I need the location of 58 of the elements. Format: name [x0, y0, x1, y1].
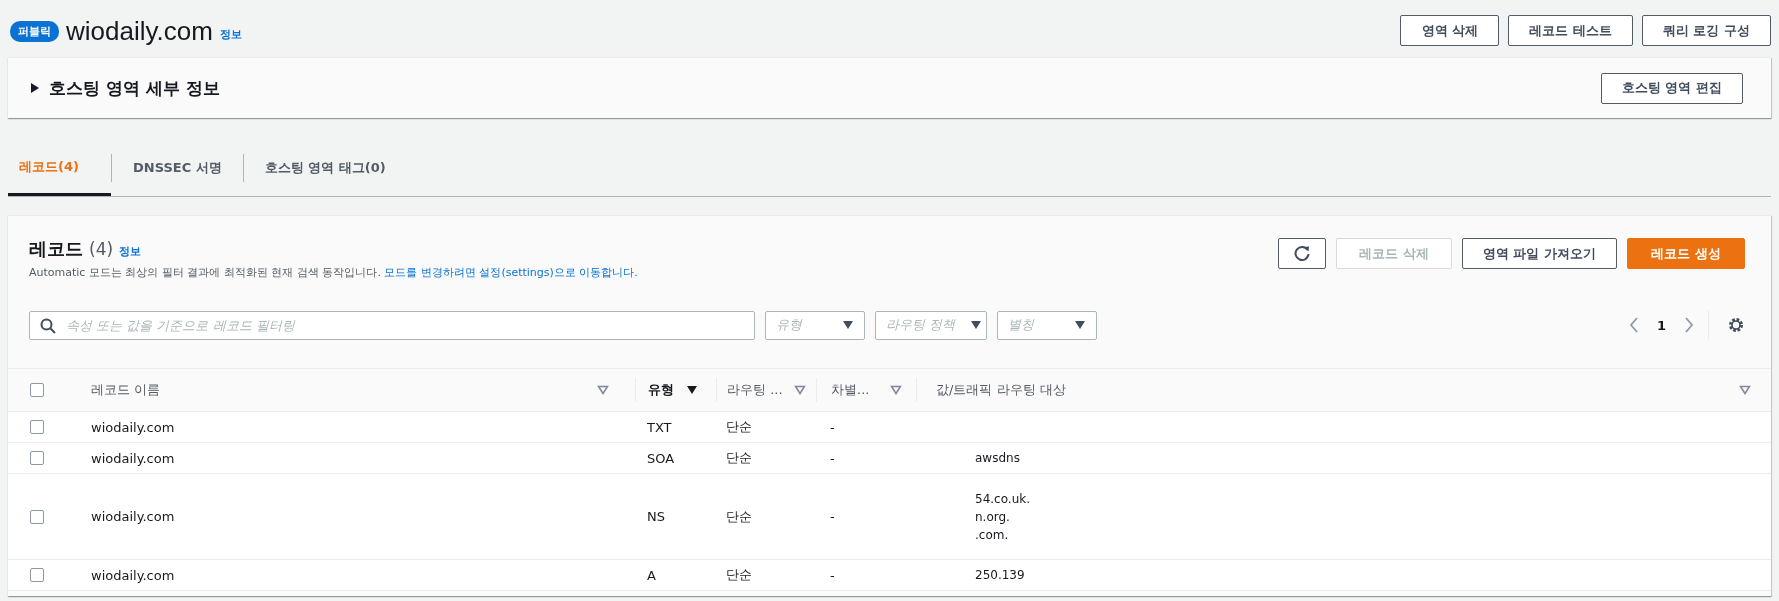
- table-cell-text: awsdns: [974, 451, 1020, 465]
- import-button[interactable]: 영역 파일 가져오기: [1461, 238, 1617, 269]
- table-cell: 단순: [726, 507, 752, 526]
- table-cell: -: [830, 509, 835, 524]
- refresh-icon: [1292, 244, 1311, 263]
- edit-button[interactable]: 호스팅 영역 편집: [1600, 72, 1743, 104]
- table-cell-text: n.org.: [974, 509, 1010, 524]
- table-cell: wiodaily.com: [91, 567, 175, 583]
- table-cell: 단순: [726, 418, 752, 436]
- row-checkbox[interactable]: [30, 509, 44, 524]
- caret-down-icon: [842, 320, 854, 330]
- table-cell: 단순: [726, 449, 752, 467]
- caret-right-icon: [30, 83, 40, 93]
- header-button[interactable]: 레코드 테스트: [1508, 15, 1633, 46]
- table-cell: SOA: [647, 450, 675, 466]
- search-field[interactable]: 속성 또는 값을 기준으로 레코드 필터링: [29, 310, 755, 340]
- info-link[interactable]: 정보: [219, 27, 242, 42]
- table-cell: NS: [647, 509, 665, 524]
- table-cell: wiodaily.com: [91, 419, 175, 435]
- row-checkbox[interactable]: [30, 420, 44, 434]
- table-cell: wiodaily.com: [91, 509, 175, 524]
- table-cell: TXT: [647, 419, 672, 435]
- table-cell: -: [830, 450, 835, 466]
- page-number[interactable]: 1: [1656, 317, 1666, 333]
- settings-icon: [1727, 316, 1745, 334]
- section-title: 레코드: [29, 237, 83, 261]
- column-header[interactable]: 유형: [648, 381, 674, 399]
- table-cell-text: .com.: [974, 527, 1009, 542]
- caret-down-icon: [1074, 320, 1086, 330]
- row-checkbox[interactable]: [30, 451, 44, 465]
- column-header[interactable]: 값/트래픽 라우팅 대상: [936, 381, 1066, 399]
- description-text: Automatic 모드는 최상의 필터 결과에 최적화된 현재 검색 동작입니다. 모드를 변경하려면 설정(settings)으로 이동합니다.: [29, 265, 638, 280]
- select-all-checkbox[interactable]: [30, 383, 44, 397]
- chevron-left-icon: [1628, 317, 1639, 333]
- table-cell-text: 250.139: [974, 568, 1025, 582]
- status-badge: 퍼블릭: [10, 21, 59, 42]
- caret-down-icon: [970, 320, 982, 330]
- column-header[interactable]: 레코드 이름: [91, 381, 161, 399]
- column-header[interactable]: 라우팅 ...: [727, 381, 783, 399]
- chevron-right-icon: [1684, 317, 1694, 333]
- info-link[interactable]: 정보: [119, 244, 142, 259]
- table-cell: -: [830, 567, 835, 583]
- table-cell: 단순: [726, 566, 752, 584]
- table-cell: -: [830, 419, 835, 435]
- settings-link[interactable]: 모드를 변경하려면 설정(settings)으로 이동합니다.: [384, 266, 638, 279]
- record-count: (4): [89, 239, 114, 259]
- table-cell: A: [647, 567, 656, 583]
- refresh-button[interactable]: [1277, 238, 1326, 269]
- search-icon: [40, 317, 56, 334]
- column-header[interactable]: 차별...: [831, 381, 870, 399]
- table-cell: wiodaily.com: [91, 450, 175, 466]
- tab[interactable]: DNSSEC 서명: [112, 140, 243, 196]
- table-cell-text: 54.co.uk.: [974, 491, 1030, 506]
- header-button[interactable]: 영역 삭제: [1400, 15, 1500, 46]
- tab[interactable]: 호스팅 영역 태그(0): [243, 140, 407, 196]
- page-title: wiodaily.com: [66, 16, 213, 47]
- header-button[interactable]: 쿼리 로깅 구성: [1641, 15, 1771, 46]
- row-checkbox[interactable]: [30, 568, 44, 582]
